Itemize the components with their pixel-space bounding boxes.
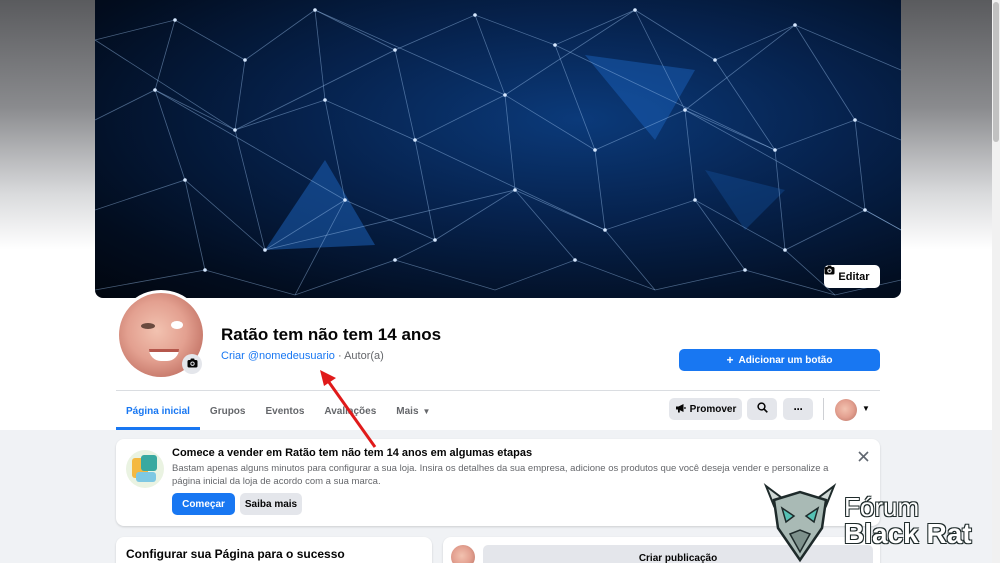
scrollbar-thumb[interactable] — [993, 2, 999, 142]
edit-cover-button[interactable]: Editar — [824, 265, 880, 288]
page-title: Ratão tem não tem 14 anos — [221, 325, 442, 344]
tab-groups[interactable]: Grupos — [200, 392, 256, 430]
ellipsis-icon: ··· — [793, 402, 804, 416]
shop-card-title: Comece a vender em Ratão tem não tem 14 … — [172, 447, 533, 459]
edit-cover-label: Editar — [838, 270, 870, 283]
tab-events[interactable]: Eventos — [255, 392, 314, 430]
network-pattern-image — [95, 8, 901, 296]
page-role: Autor(a) — [344, 350, 384, 362]
caret-down-icon[interactable]: ▼ — [862, 404, 870, 413]
search-icon — [756, 402, 768, 416]
tab-events-label: Eventos — [265, 405, 305, 417]
more-options-button[interactable]: ··· — [783, 398, 813, 420]
tab-home[interactable]: Página inicial — [116, 392, 200, 430]
caret-down-icon: ▼ — [422, 406, 431, 416]
start-button[interactable]: Começar — [172, 493, 235, 515]
page-setup-card: Configurar sua Página para o sucesso — [116, 537, 432, 563]
subtitle-separator: · — [334, 350, 345, 362]
tab-more-label: Mais — [396, 405, 419, 417]
tab-groups-label: Grupos — [209, 405, 246, 417]
shop-illustration-icon — [126, 450, 164, 488]
tab-reviews[interactable]: Avaliações — [314, 392, 386, 430]
header-divider — [116, 390, 880, 391]
camera-icon — [187, 355, 198, 373]
create-username-link[interactable]: Criar @nomedeusuario — [221, 350, 335, 362]
shop-card-description: Bastam apenas alguns minutos para config… — [172, 463, 829, 487]
rat-logo-icon — [763, 483, 837, 563]
setup-card-title: Configurar sua Página para o sucesso — [126, 547, 345, 561]
change-profile-photo-button[interactable] — [182, 354, 202, 374]
megaphone-icon — [675, 403, 686, 416]
tab-reviews-label: Avaliações — [324, 405, 377, 417]
promote-label: Promover — [689, 403, 737, 415]
account-switcher-avatar[interactable] — [835, 399, 857, 421]
page-tabs: Página inicial Grupos Eventos Avaliações… — [116, 392, 440, 430]
action-separator — [823, 398, 824, 420]
cover-photo[interactable]: Editar — [95, 0, 901, 298]
forum-watermark: Fórum Black Rat — [760, 478, 995, 563]
page-subtitle: Criar @nomedeusuario · Autor(a) — [221, 350, 384, 362]
add-button-button[interactable]: + Adicionar um botão — [679, 349, 880, 371]
tab-home-label: Página inicial — [126, 405, 190, 417]
learn-more-button[interactable]: Saiba mais — [240, 493, 302, 515]
search-button[interactable] — [747, 398, 777, 420]
avatar — [451, 545, 475, 563]
promote-button[interactable]: Promover — [669, 398, 742, 420]
close-icon[interactable] — [855, 448, 871, 464]
plus-icon: + — [726, 353, 734, 367]
tab-more[interactable]: Mais ▼ — [386, 392, 440, 430]
add-button-label: Adicionar um botão — [738, 354, 833, 366]
watermark-line2: Black Rat — [844, 518, 972, 549]
